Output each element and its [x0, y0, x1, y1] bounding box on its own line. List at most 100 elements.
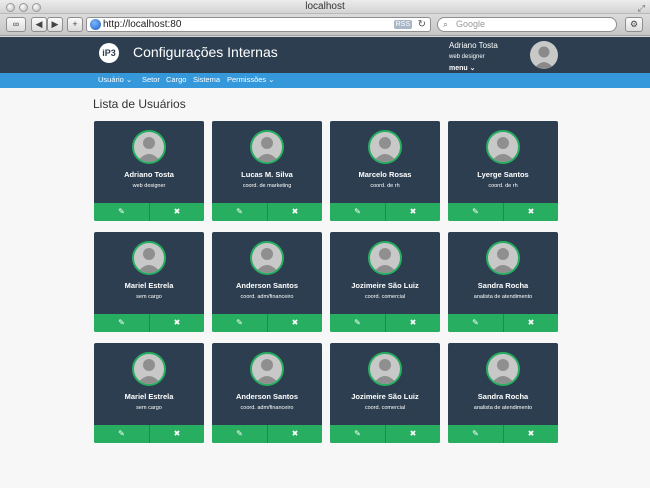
edit-user-button[interactable]: ✎ — [94, 203, 149, 221]
nav-item-permissoes[interactable]: Permissões ⌄ — [227, 75, 275, 84]
delete-user-button[interactable]: ✖ — [149, 425, 204, 443]
user-menu-toggle[interactable]: menu ⌄ — [449, 64, 475, 72]
user-card-actions: ✎ ✖ — [94, 314, 204, 332]
user-card-role: coord. comercial — [364, 294, 406, 300]
edit-user-button[interactable]: ✎ — [212, 425, 267, 443]
search-input[interactable]: ⌕ Google — [437, 17, 617, 32]
edit-user-button[interactable]: ✎ — [448, 203, 503, 221]
delete-user-button[interactable]: ✖ — [267, 314, 322, 332]
user-card-role: coord. de rh — [488, 183, 518, 189]
delete-user-button[interactable]: ✖ — [267, 203, 322, 221]
edit-user-button[interactable]: ✎ — [94, 425, 149, 443]
fullscreen-icon[interactable]: ⤢ — [638, 1, 645, 15]
page-title: Lista de Usuários — [93, 97, 186, 111]
user-card-role: analista de atendimento — [473, 405, 533, 411]
edit-icon: ✎ — [236, 318, 243, 327]
delete-user-button[interactable]: ✖ — [503, 425, 558, 443]
person-icon — [491, 137, 515, 162]
edit-icon: ✎ — [118, 429, 125, 438]
delete-user-button[interactable]: ✖ — [149, 203, 204, 221]
edit-user-button[interactable]: ✎ — [448, 425, 503, 443]
app-logo[interactable]: iP3 — [99, 43, 119, 63]
person-icon — [137, 248, 161, 273]
person-icon — [491, 248, 515, 273]
window-title: localhost — [305, 1, 345, 12]
close-icon: ✖ — [291, 429, 299, 438]
user-card-avatar — [250, 241, 284, 275]
edit-user-button[interactable]: ✎ — [212, 203, 267, 221]
user-card-role: coord. adm/financeiro — [240, 294, 294, 300]
user-card-actions: ✎ ✖ — [330, 314, 440, 332]
nav-item-cargo[interactable]: Cargo — [166, 75, 186, 84]
delete-user-button[interactable]: ✖ — [385, 314, 440, 332]
user-card: Adriano Tosta web designer ✎ ✖ — [94, 121, 204, 221]
delete-user-button[interactable]: ✖ — [385, 203, 440, 221]
user-card: Mariel Estrela sem cargo ✎ ✖ — [94, 232, 204, 332]
person-icon — [373, 137, 397, 162]
delete-user-button[interactable]: ✖ — [385, 425, 440, 443]
back-button[interactable]: ◀ — [31, 17, 47, 32]
user-card: Mariel Estrela sem cargo ✎ ✖ — [94, 343, 204, 443]
new-tab-button[interactable]: + — [67, 17, 83, 32]
user-card: Jozimeire São Luiz coord. comercial ✎ ✖ — [330, 343, 440, 443]
nav-item-setor[interactable]: Setor — [142, 75, 160, 84]
user-card-avatar — [250, 130, 284, 164]
edit-icon: ✎ — [118, 318, 125, 327]
reload-icon[interactable]: ↻ — [418, 18, 426, 31]
close-icon: ✖ — [409, 318, 417, 327]
edit-user-button[interactable]: ✎ — [94, 314, 149, 332]
reading-list-button[interactable]: ∞ — [6, 17, 26, 32]
user-card-actions: ✎ ✖ — [448, 314, 558, 332]
edit-user-button[interactable]: ✎ — [330, 425, 385, 443]
user-card-actions: ✎ ✖ — [330, 425, 440, 443]
forward-button[interactable]: ▶ — [47, 17, 63, 32]
address-bar[interactable]: http://localhost:80 RSS ↻ — [86, 17, 431, 32]
user-card-avatar — [250, 352, 284, 386]
user-card-avatar — [368, 130, 402, 164]
user-card-role: coord. de rh — [370, 183, 400, 189]
edit-user-button[interactable]: ✎ — [330, 314, 385, 332]
settings-button[interactable]: ⚙ — [625, 17, 643, 32]
user-card-role: coord. adm/financeiro — [240, 405, 294, 411]
user-card-name: Jozimeire São Luiz — [351, 281, 419, 290]
page-viewport: iP3 Configurações Internas Adriano Tosta… — [0, 37, 650, 488]
user-card-actions: ✎ ✖ — [448, 203, 558, 221]
user-card-name: Lucas M. Silva — [241, 170, 293, 179]
delete-user-button[interactable]: ✖ — [149, 314, 204, 332]
search-placeholder: Google — [456, 19, 486, 29]
user-card: Jozimeire São Luiz coord. comercial ✎ ✖ — [330, 232, 440, 332]
user-card: Lyerge Santos coord. de rh ✎ ✖ — [448, 121, 558, 221]
user-card-actions: ✎ ✖ — [212, 425, 322, 443]
close-icon: ✖ — [527, 318, 535, 327]
edit-icon: ✎ — [472, 318, 479, 327]
nav-item-usuario[interactable]: Usuário ⌄ — [98, 75, 132, 84]
close-window-button[interactable] — [6, 3, 15, 12]
edit-icon: ✎ — [118, 207, 125, 216]
delete-user-button[interactable]: ✖ — [267, 425, 322, 443]
person-icon — [255, 137, 279, 162]
user-avatar[interactable] — [530, 41, 558, 69]
user-card-avatar — [132, 241, 166, 275]
user-card: Anderson Santos coord. adm/financeiro ✎ ✖ — [212, 232, 322, 332]
user-card-role: coord. comercial — [364, 405, 406, 411]
user-card-role: sem cargo — [136, 294, 162, 300]
edit-user-button[interactable]: ✎ — [330, 203, 385, 221]
user-card-actions: ✎ ✖ — [212, 203, 322, 221]
delete-user-button[interactable]: ✖ — [503, 314, 558, 332]
main-nav: Usuário ⌄ Setor Cargo Sistema Permissões… — [0, 73, 650, 88]
app-title: Configurações Internas — [133, 44, 278, 60]
minimize-window-button[interactable] — [19, 3, 28, 12]
nav-item-sistema[interactable]: Sistema — [193, 75, 220, 84]
url-text: http://localhost:80 — [103, 19, 182, 30]
edit-user-button[interactable]: ✎ — [448, 314, 503, 332]
rss-button[interactable]: RSS — [393, 20, 412, 29]
edit-icon: ✎ — [236, 429, 243, 438]
delete-user-button[interactable]: ✖ — [503, 203, 558, 221]
person-icon — [491, 359, 515, 384]
user-card-avatar — [486, 130, 520, 164]
zoom-window-button[interactable] — [32, 3, 41, 12]
person-icon — [255, 248, 279, 273]
user-card-actions: ✎ ✖ — [94, 425, 204, 443]
close-icon: ✖ — [409, 207, 417, 216]
edit-user-button[interactable]: ✎ — [212, 314, 267, 332]
